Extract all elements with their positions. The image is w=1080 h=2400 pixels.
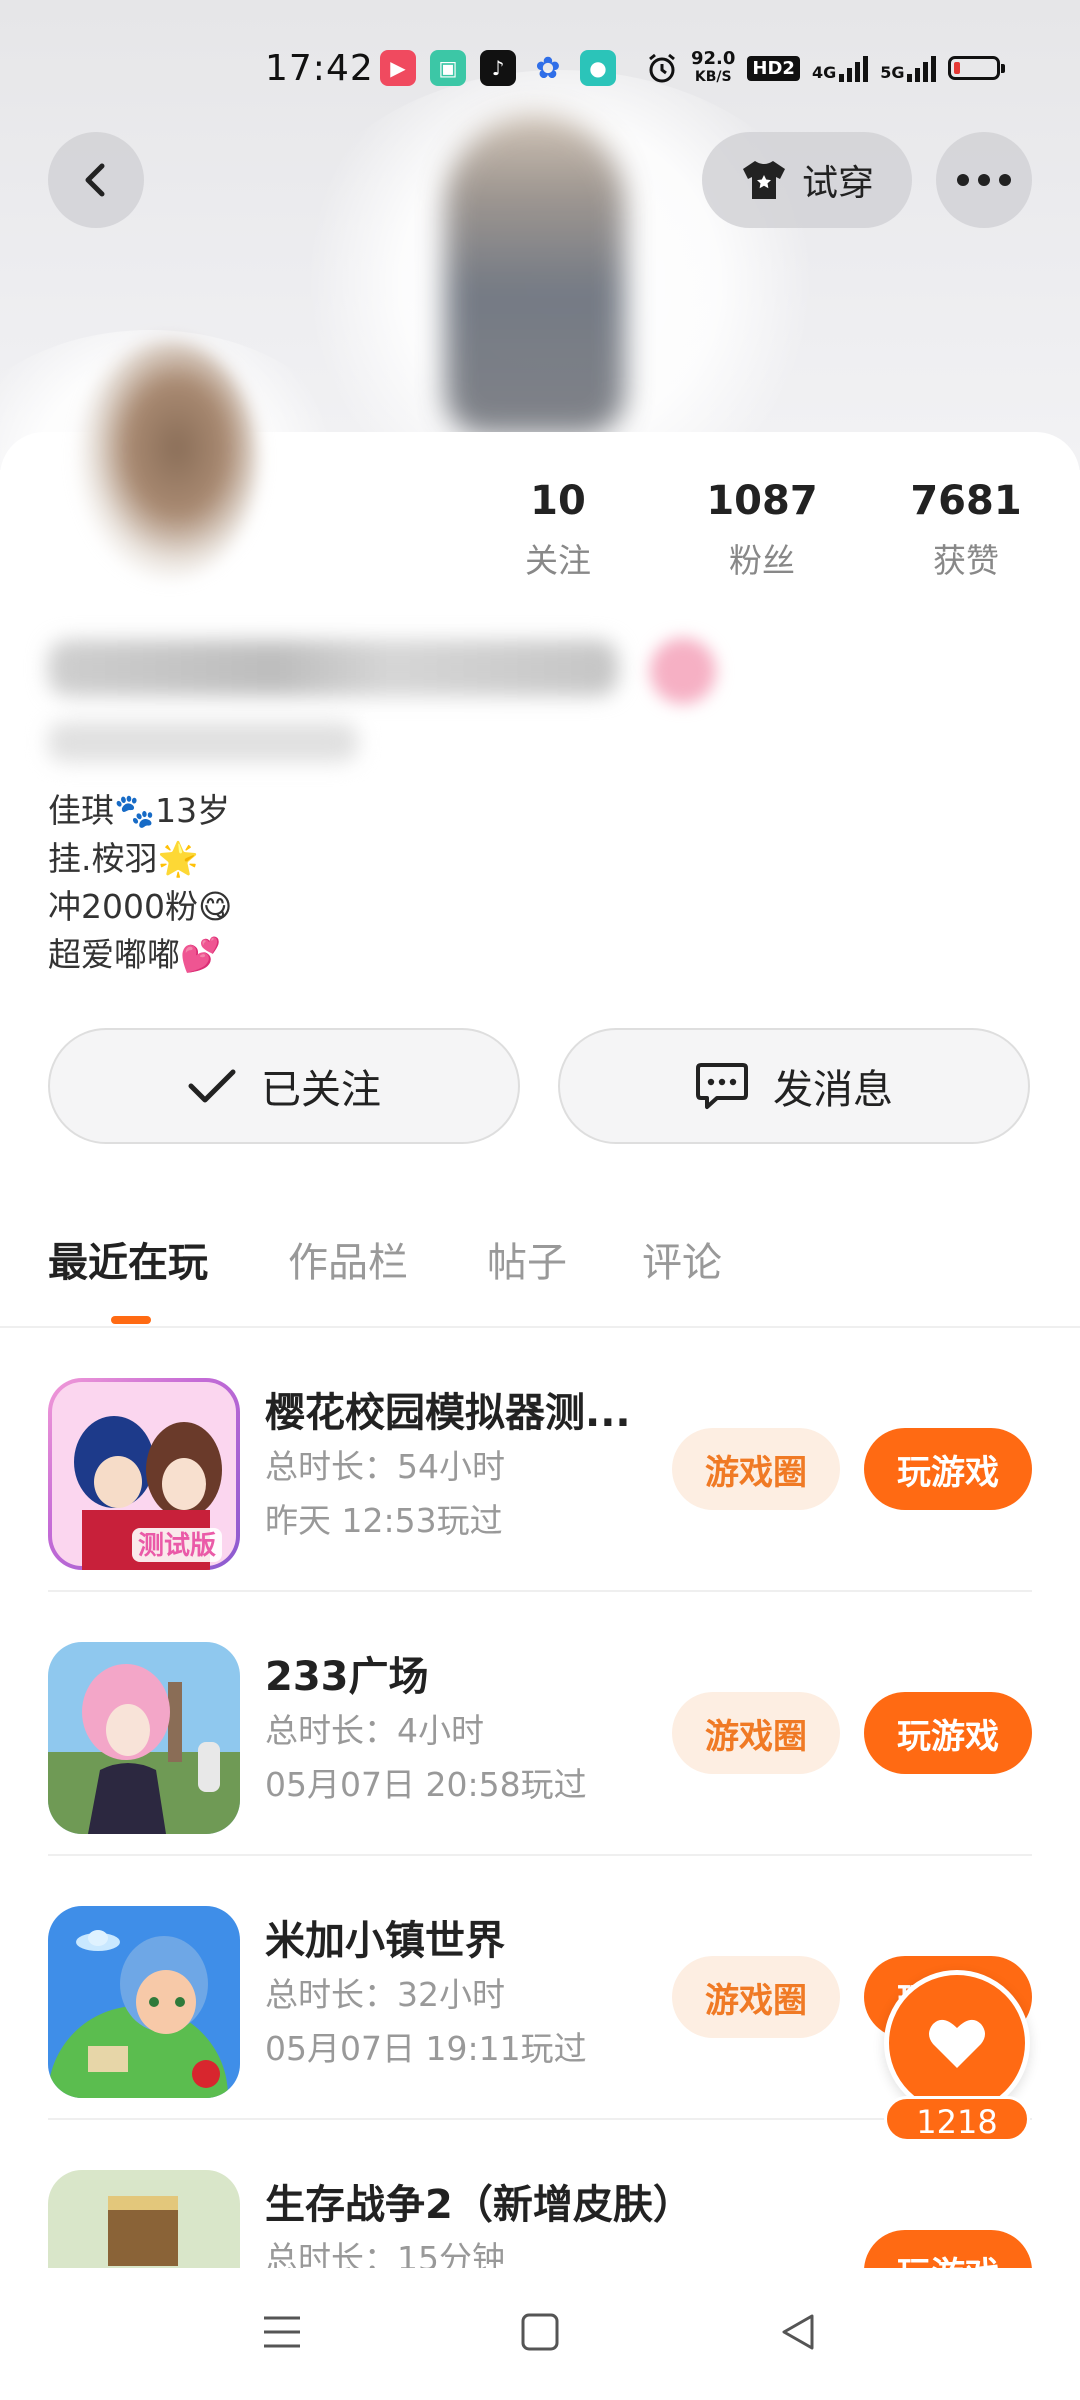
system-icons: 92.0 KB/S HD2 4G 5G [645, 48, 1006, 86]
tshirt-icon [742, 161, 785, 199]
play-game-button[interactable]: 玩游戏 [864, 2230, 1032, 2268]
username-redacted [48, 640, 618, 696]
stat-fans[interactable]: 1087 粉丝 [682, 478, 842, 582]
tab-posts[interactable]: 帖子 [487, 1230, 567, 1288]
video-app-icon: ▶ [380, 50, 416, 86]
alarm-icon [649, 53, 675, 83]
game-duration: 总时长：4小时 [265, 1711, 484, 1750]
floating-like-count: 1218 [884, 2096, 1030, 2142]
stat-fans-label: 粉丝 [729, 541, 795, 580]
game-title: 生存战争2（新增皮肤） [265, 2182, 693, 2228]
more-button[interactable] [936, 132, 1032, 228]
signal-5g-icon: 5G [880, 54, 937, 82]
hd-voice-icon: HD2 [747, 55, 800, 81]
back-button[interactable] [48, 132, 144, 228]
bio-line: 超爱嘟嘟💕 [48, 935, 222, 974]
chat-app-icon: ● [580, 50, 616, 86]
floating-like-button[interactable] [884, 1970, 1030, 2116]
game-title: 233广场 [265, 1654, 429, 1700]
game-row[interactable]: 测试版 樱花校园模拟器测... 总时长：54小时 昨天 12:53玩过 游戏圈 … [0, 1328, 1080, 1592]
game-circle-button[interactable]: 游戏圈 [672, 1956, 840, 2038]
bio-line: 冲2000粉😋 [48, 887, 233, 926]
cover-photo [445, 115, 625, 435]
user-id-redacted [48, 722, 358, 762]
game-last-played: 昨天 12:53玩过 [265, 1501, 503, 1540]
game-circle-button[interactable]: 游戏圈 [672, 1428, 840, 1510]
stat-likes-count: 7681 [910, 478, 1022, 524]
stat-likes[interactable]: 7681 获赞 [886, 478, 1046, 582]
stat-likes-label: 获赞 [933, 541, 999, 580]
tiktok-app-icon: ♪ [480, 50, 516, 86]
tab-works[interactable]: 作品栏 [288, 1230, 408, 1288]
bio-line: 挂.桉羽🌟 [48, 839, 199, 878]
thumb-badge: 测试版 [138, 1531, 216, 1561]
net-speed: 92.0 KB/S [691, 48, 736, 86]
tab-comments[interactable]: 评论 [642, 1230, 722, 1288]
game-circle-button[interactable]: 游戏圈 [672, 1692, 840, 1774]
active-tab-indicator [111, 1316, 151, 1324]
game-last-played: 05月07日 20:58玩过 [265, 1765, 587, 1804]
tab-recently-played[interactable]: 最近在玩 [48, 1230, 208, 1288]
status-bar: 17:42 ▶ ▣ ♪ ✿ ● 92.0 KB/S HD2 4G 5G [0, 40, 1080, 104]
more-dots-icon [957, 174, 1011, 186]
notification-icons: ▶ ▣ ♪ ✿ ● [380, 50, 616, 86]
message-button[interactable]: 发消息 [558, 1028, 1030, 1144]
stat-following-count: 10 [530, 478, 586, 524]
game-row[interactable]: 233广场 总时长：4小时 05月07日 20:58玩过 游戏圈 玩游戏 [0, 1592, 1080, 1856]
game-title: 米加小镇世界 [265, 1918, 505, 1964]
followed-button[interactable]: 已关注 [48, 1028, 520, 1144]
profile-tabs: 最近在玩 作品栏 帖子 评论 [0, 1230, 1080, 1330]
game-thumb-survivalcraft [48, 2170, 240, 2268]
game-duration: 总时长：32小时 [265, 1975, 505, 2014]
game-duration: 总时长：54小时 [265, 1447, 505, 1486]
chat-bubble-icon [696, 1063, 748, 1109]
signal-4g-icon: 4G [812, 54, 869, 82]
home-icon[interactable] [520, 2312, 560, 2352]
followed-label: 已关注 [261, 1067, 381, 1113]
menu-icon[interactable] [262, 2312, 302, 2352]
game-thumb-miga-town [48, 1906, 240, 2098]
level-badge [650, 638, 716, 704]
system-nav-bar [0, 2268, 1080, 2400]
heart-icon [929, 2019, 985, 2068]
stat-following[interactable]: 10 关注 [478, 478, 638, 582]
baidu-app-icon: ✿ [535, 50, 561, 86]
message-label: 发消息 [773, 1067, 893, 1113]
back-nav-icon[interactable] [778, 2312, 818, 2352]
bio: 佳琪🐾13岁 挂.桉羽🌟 冲2000粉😋 超爱嘟嘟💕 [48, 787, 232, 979]
check-icon [188, 1069, 236, 1103]
chevron-left-icon [85, 163, 105, 197]
game-thumb-233-square [48, 1642, 240, 1834]
status-time: 17:42 [265, 48, 374, 89]
game-last-played: 05月07日 19:11玩过 [265, 2029, 587, 2068]
try-on-label: 试穿 [801, 163, 874, 204]
try-on-button[interactable]: 试穿 [702, 132, 912, 228]
game-row[interactable]: 生存战争2（新增皮肤） 总时长：15分钟 玩游戏 [0, 2120, 1080, 2268]
battery-icon [948, 56, 1006, 80]
play-game-button[interactable]: 玩游戏 [864, 1428, 1032, 1510]
game-thumb-sakura: 测试版 [48, 1378, 240, 1570]
game-title: 樱花校园模拟器测... [265, 1390, 631, 1436]
avatar[interactable] [78, 340, 258, 580]
game-duration: 总时长：15分钟 [265, 2239, 505, 2268]
bio-line: 佳琪🐾13岁 [48, 791, 231, 830]
play-game-button[interactable]: 玩游戏 [864, 1692, 1032, 1774]
stat-following-label: 关注 [525, 541, 591, 580]
gallery-app-icon: ▣ [430, 50, 466, 86]
stat-fans-count: 1087 [706, 478, 818, 524]
